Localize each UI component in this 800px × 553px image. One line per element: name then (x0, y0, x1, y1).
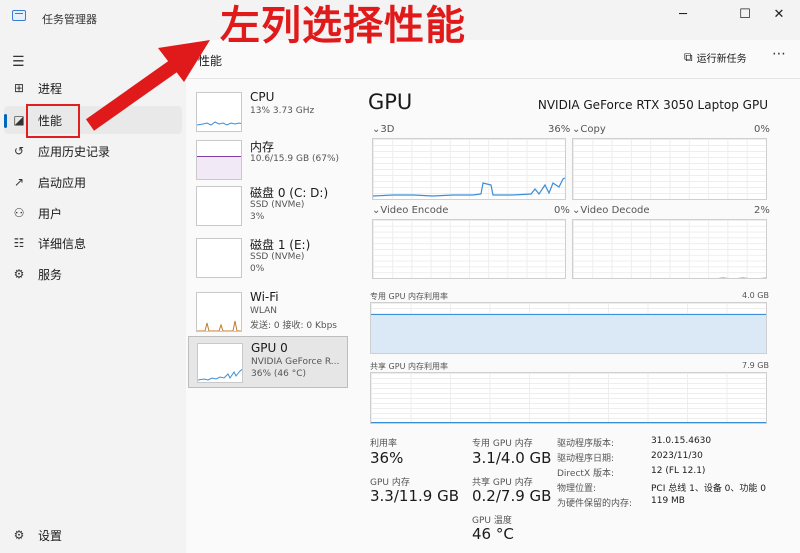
graph-video-decode (572, 219, 767, 279)
utilization-value: 36% (370, 449, 404, 467)
device-detail: 0% (250, 264, 265, 274)
minimize-button[interactable]: ─ (660, 0, 706, 28)
annotation-text: 左列选择性能 (220, 3, 466, 49)
device-detail: 13% 3.73 GHz (250, 106, 315, 116)
startup-icon: ↗ (13, 175, 25, 189)
run-new-task-label: 运行新任务 (696, 54, 747, 65)
graph-3d (372, 138, 566, 200)
sidebar-item-settings[interactable]: ⚙ 设置 (4, 521, 182, 549)
sidebar-item-app-history[interactable]: ↺ 应用历史记录 (4, 137, 182, 165)
sidebar-item-users[interactable]: ⚇ 用户 (4, 199, 182, 227)
users-icon: ⚇ (13, 206, 25, 220)
device-name: 磁盘 1 (E:) (250, 238, 311, 252)
sidebar-item-details[interactable]: ☷ 详细信息 (4, 229, 182, 257)
engine-video-encode-label[interactable]: ⌄Video Encode (372, 205, 448, 216)
close-button[interactable]: ✕ (756, 0, 800, 28)
wifi-thumbnail-graph (196, 292, 242, 332)
driver-date-value: 2023/11/30 (651, 451, 703, 461)
dedicated-gpu-memory-label: 专用 GPU 内存 (472, 439, 533, 449)
gpu-model: NVIDIA GeForce RTX 3050 Laptop GPU (537, 98, 768, 112)
memory-thumbnail-graph (196, 140, 242, 180)
sidebar-item-label: 应用历史记录 (38, 144, 111, 159)
device-detail: 10.6/15.9 GB (67%) (250, 154, 340, 164)
shared-memory-label: 共享 GPU 内存利用率 (370, 362, 448, 371)
device-name: GPU 0 (251, 341, 288, 355)
driver-date-label: 驱动程序日期: (557, 454, 615, 464)
engine-copy-percent: 0% (754, 124, 770, 135)
gpu-title: GPU (368, 90, 413, 114)
device-detail: 发送: 0 接收: 0 Kbps (250, 321, 337, 331)
sidebar-item-label: 启动应用 (38, 175, 87, 190)
settings-gear-icon: ⚙ (13, 528, 25, 542)
device-name: 内存 (250, 140, 275, 154)
reserved-memory-label: 为硬件保留的内存: (557, 499, 633, 509)
device-name: Wi-Fi (250, 290, 279, 304)
gpu-thumbnail-graph (197, 343, 243, 383)
engine-video-decode-percent: 2% (754, 205, 770, 216)
shared-memory-max: 7.9 GB (742, 361, 769, 370)
device-detail: 36% (46 °C) (251, 369, 306, 379)
more-options-icon[interactable]: ⋯ (772, 46, 786, 62)
device-detail: SSD (NVMe) (250, 200, 305, 210)
shared-gpu-memory-value: 0.2/7.9 GB (472, 487, 552, 505)
graph-copy (572, 138, 767, 200)
engine-video-decode-label[interactable]: ⌄Video Decode (572, 205, 650, 216)
physical-location-label: 物理位置: (557, 484, 597, 494)
sidebar-item-label: 进程 (38, 81, 63, 96)
dedicated-gpu-memory-value: 3.1/4.0 GB (472, 449, 552, 467)
directx-version-label: DirectX 版本: (557, 469, 615, 479)
engine-3d-percent: 36% (548, 124, 571, 135)
run-new-task-button[interactable]: ⧉ 运行新任务 (684, 50, 747, 65)
graph-dedicated-memory (370, 302, 767, 354)
sidebar-item-startup[interactable]: ↗ 启动应用 (4, 168, 182, 196)
physical-location-value: PCI 总线 1、设备 0、功能 0 (651, 484, 766, 494)
app-title: 任务管理器 (42, 13, 97, 26)
engine-copy-label[interactable]: ⌄Copy (572, 124, 606, 135)
disk1-thumbnail-graph (196, 238, 242, 278)
hamburger-menu-icon[interactable]: ☰ (12, 54, 25, 70)
device-disk-0[interactable]: 磁盘 0 (C: D:) SSD (NVMe) 3% (188, 180, 348, 232)
reserved-memory-value: 119 MB (651, 496, 685, 506)
task-manager-icon (12, 10, 26, 21)
device-detail: NVIDIA GeForce R... (251, 357, 340, 367)
gpu-memory-value: 3.3/11.9 GB (370, 487, 459, 505)
graph-video-encode (372, 219, 566, 279)
dedicated-memory-max: 4.0 GB (742, 291, 769, 300)
performance-icon: ◪ (13, 113, 25, 127)
run-task-icon: ⧉ (684, 50, 693, 64)
utilization-label: 利用率 (370, 439, 398, 449)
sidebar-item-label: 详细信息 (38, 236, 87, 251)
device-disk-1[interactable]: 磁盘 1 (E:) SSD (NVMe) 0% (188, 232, 348, 284)
annotation-arrow-icon (85, 40, 210, 131)
device-gpu-0[interactable]: GPU 0 NVIDIA GeForce R... 36% (46 °C) (188, 336, 348, 388)
engine-video-encode-percent: 0% (554, 205, 570, 216)
app-history-icon: ↺ (13, 144, 25, 158)
disk0-thumbnail-graph (196, 186, 242, 226)
device-name: CPU (250, 90, 275, 104)
header-divider (186, 78, 800, 79)
graph-shared-memory (370, 372, 767, 424)
sidebar-item-label: 服务 (38, 267, 63, 282)
device-name: 磁盘 0 (C: D:) (250, 186, 329, 200)
device-detail: SSD (NVMe) (250, 252, 305, 262)
sidebar-item-services[interactable]: ⚙ 服务 (4, 260, 182, 288)
services-icon: ⚙ (13, 267, 25, 281)
dedicated-memory-label: 专用 GPU 内存利用率 (370, 292, 448, 301)
device-memory[interactable]: 内存 10.6/15.9 GB (67%) (188, 134, 348, 186)
details-icon: ☷ (13, 236, 25, 250)
sidebar-item-label: 设置 (38, 528, 63, 543)
process-icon: ⊞ (13, 81, 25, 95)
device-wifi[interactable]: Wi-Fi WLAN 发送: 0 接收: 0 Kbps (188, 286, 348, 338)
driver-version-label: 驱动程序版本: (557, 439, 615, 449)
sidebar-item-label: 用户 (38, 206, 63, 221)
device-detail: 3% (250, 212, 265, 222)
driver-version-value: 31.0.15.4630 (651, 436, 712, 446)
directx-version-value: 12 (FL 12.1) (651, 466, 706, 476)
engine-3d-label[interactable]: ⌄3D (372, 124, 394, 135)
device-detail: WLAN (250, 306, 278, 316)
gpu-temperature-value: 46 °C (472, 525, 514, 543)
